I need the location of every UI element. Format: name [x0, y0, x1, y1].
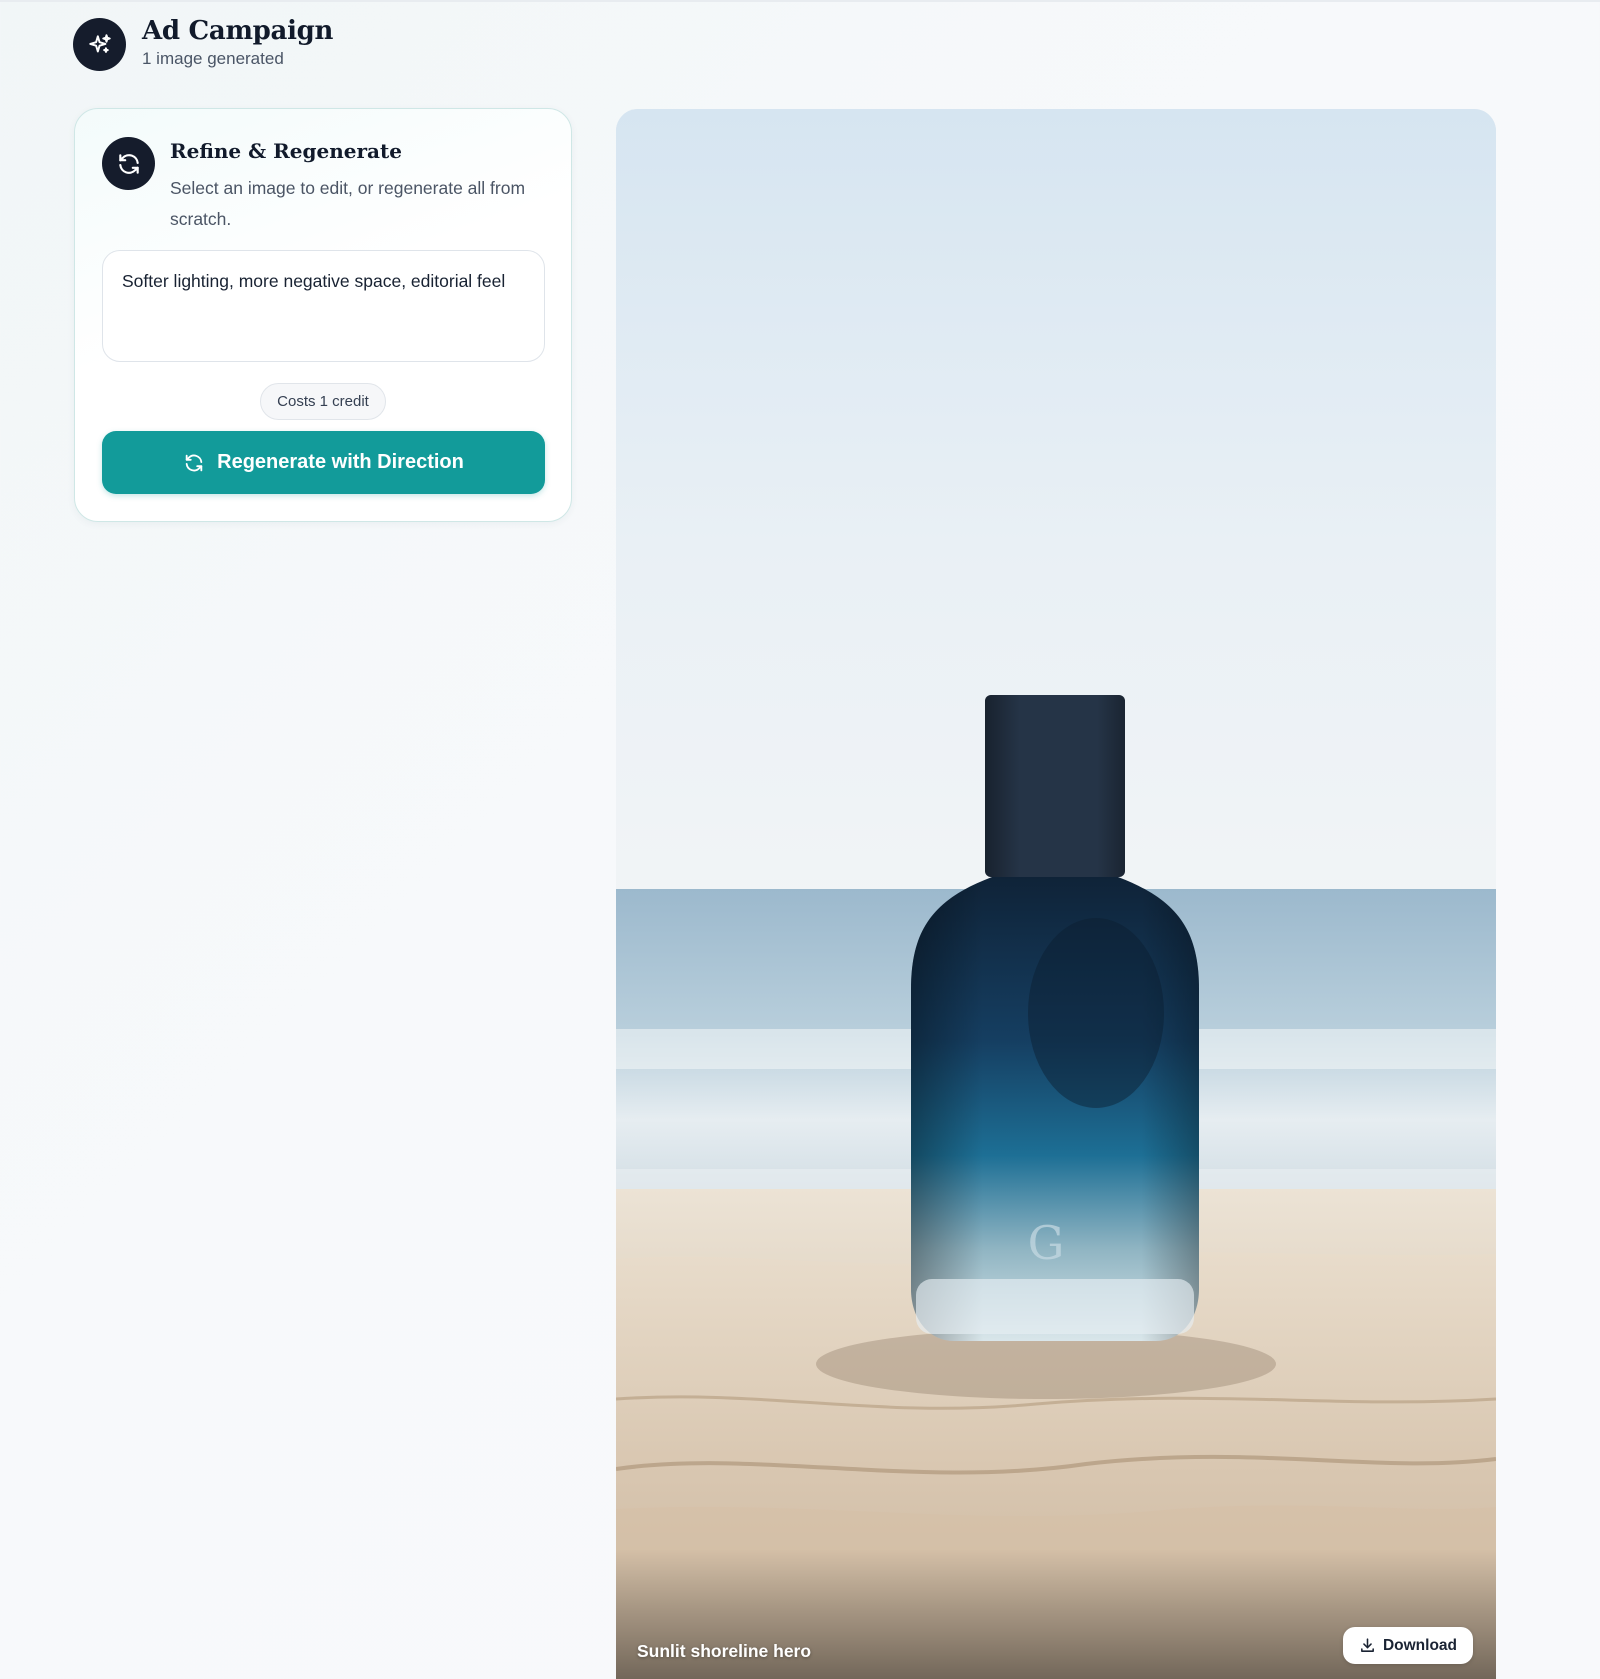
download-icon	[1361, 1638, 1374, 1652]
generated-image-card[interactable]: G Sunlit shoreline hero Download	[616, 109, 1496, 1679]
image-count-subtitle: 1 image generated	[142, 48, 284, 68]
refresh-icon	[185, 454, 203, 471]
top-divider	[0, 0, 1600, 2]
page-title: Ad Campaign	[142, 15, 334, 46]
image-caption: Sunlit shoreline hero	[637, 1641, 812, 1661]
download-button-label: Download	[1382, 1636, 1458, 1654]
generated-image: G	[616, 109, 1496, 1679]
cost-badge: Costs 1 credit	[260, 383, 386, 420]
direction-prompt-input[interactable]: Softer lighting, more negative space, ed…	[102, 250, 545, 362]
download-button[interactable]: Download	[1343, 1627, 1473, 1664]
svg-text:G: G	[1028, 1216, 1065, 1270]
regenerate-with-direction-button[interactable]: Regenerate with Direction	[102, 431, 545, 494]
refine-panel: Refine & Regenerate Select an image to e…	[74, 108, 572, 522]
panel-title: Refine & Regenerate	[170, 139, 402, 163]
page-header: Ad Campaign 1 image generated	[73, 15, 334, 71]
regenerate-button-label: Regenerate with Direction	[217, 451, 464, 473]
sparkles-icon	[73, 18, 126, 71]
refresh-icon	[102, 137, 155, 190]
panel-description: Select an image to edit, or regenerate a…	[170, 178, 526, 229]
